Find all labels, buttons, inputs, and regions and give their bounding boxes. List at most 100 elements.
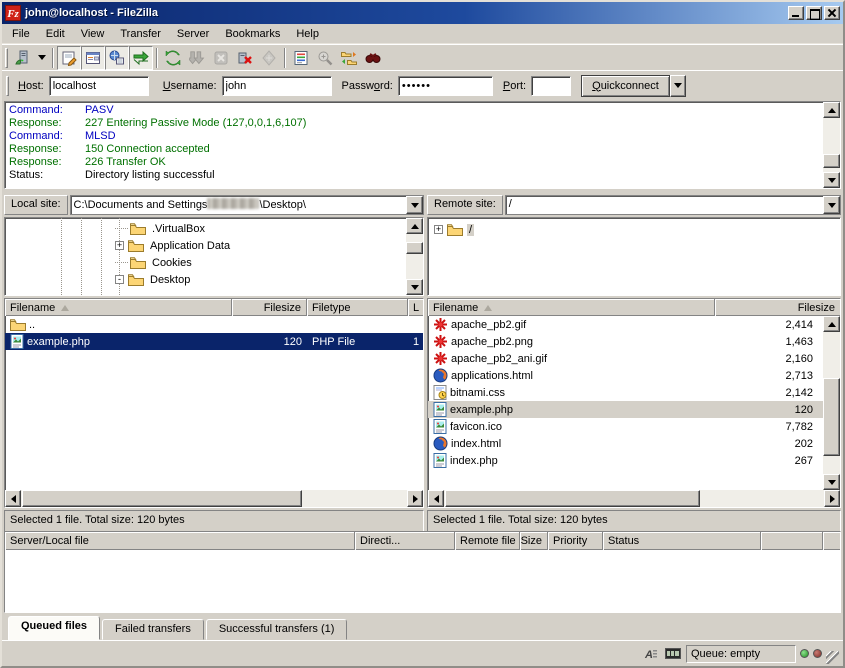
column-header-filename[interactable]: Filename xyxy=(428,299,715,316)
file-row[interactable]: applications.html2,713 xyxy=(428,367,823,384)
tree-item[interactable]: +Application Data xyxy=(115,237,232,254)
site-manager-dropdown-button[interactable] xyxy=(35,46,49,70)
maximize-button[interactable] xyxy=(806,6,822,20)
resize-grip[interactable] xyxy=(826,651,839,664)
tree-item[interactable]: -Desktop xyxy=(115,271,192,288)
toggle-remote-tree-button[interactable] xyxy=(105,46,129,70)
tab-failed-transfers[interactable]: Failed transfers xyxy=(102,619,204,640)
quickconnect-dropdown[interactable] xyxy=(670,75,686,97)
tree-item[interactable]: .VirtualBox xyxy=(115,220,207,237)
tree-expander-plus[interactable]: + xyxy=(434,225,443,234)
file-row[interactable]: apache_pb2.png1,463 xyxy=(428,333,823,350)
queue-column-priority[interactable]: Priority xyxy=(548,532,603,550)
scroll-right-button[interactable] xyxy=(824,490,840,507)
scroll-thumb[interactable] xyxy=(406,242,423,254)
column-header-filesize[interactable]: Filesize xyxy=(715,299,840,316)
queue-column-server-local-file[interactable]: Server/Local file xyxy=(5,532,355,550)
toggle-message-log-button[interactable] xyxy=(57,46,81,70)
file-row[interactable]: favicon.ico7,782 xyxy=(428,418,823,435)
tab-successful-transfers-[interactable]: Successful transfers (1) xyxy=(206,619,348,640)
scroll-thumb[interactable] xyxy=(823,154,840,168)
scroll-left-button[interactable] xyxy=(5,490,21,507)
menu-server[interactable]: Server xyxy=(169,26,217,42)
local-site-combo[interactable]: C:\Documents and Settings\Desktop\ xyxy=(70,195,424,215)
toggle-transfer-queue-button[interactable] xyxy=(129,46,153,70)
synchronized-browsing-button[interactable] xyxy=(337,46,361,70)
close-button[interactable] xyxy=(824,6,840,20)
queue-body[interactable] xyxy=(5,550,840,612)
file-row[interactable]: .. xyxy=(5,316,423,333)
search-files-button[interactable] xyxy=(361,46,385,70)
queue-column-status[interactable]: Status xyxy=(603,532,761,550)
reconnect-button[interactable] xyxy=(257,46,281,70)
scroll-thumb[interactable] xyxy=(445,490,700,507)
process-queue-button[interactable] xyxy=(185,46,209,70)
scroll-up-button[interactable] xyxy=(406,218,423,234)
queue-column-directi-[interactable]: Directi... xyxy=(355,532,455,550)
combo-dropdown-button[interactable] xyxy=(406,196,423,214)
queue-column-size[interactable]: Size xyxy=(520,532,548,550)
queue-column-remote-file[interactable]: Remote file xyxy=(455,532,520,550)
local-file-rows[interactable]: ..example.php120PHP File1 xyxy=(5,316,423,490)
message-log[interactable]: Command:PASVResponse:227 Entering Passiv… xyxy=(4,101,841,189)
menu-bookmarks[interactable]: Bookmarks xyxy=(217,26,288,42)
log-scrollbar[interactable] xyxy=(823,102,840,188)
tree-expander-plus[interactable]: + xyxy=(115,241,124,250)
menu-transfer[interactable]: Transfer xyxy=(112,26,169,42)
column-header-filesize[interactable]: Filesize xyxy=(232,299,307,316)
scroll-thumb[interactable] xyxy=(22,490,302,507)
directory-comparison-button[interactable] xyxy=(313,46,337,70)
disconnect-button[interactable] xyxy=(233,46,257,70)
tree-expander-minus[interactable]: - xyxy=(115,275,124,284)
minimize-button[interactable] xyxy=(788,6,804,20)
file-row[interactable]: bitnami.css2,142 xyxy=(428,384,823,401)
file-row[interactable]: example.php120 xyxy=(428,401,823,418)
combo-dropdown-button[interactable] xyxy=(823,196,840,214)
remote-hscrollbar[interactable] xyxy=(428,490,840,507)
local-directory-tree[interactable]: .VirtualBox+Application DataCookies-Desk… xyxy=(4,217,424,296)
menu-view[interactable]: View xyxy=(73,26,113,42)
file-row[interactable]: apache_pb2.gif2,414 xyxy=(428,316,823,333)
menu-edit[interactable]: Edit xyxy=(38,26,73,42)
menu-help[interactable]: Help xyxy=(288,26,327,42)
quickconnect-button[interactable]: Quickconnect xyxy=(581,75,670,97)
scroll-right-button[interactable] xyxy=(407,490,423,507)
scroll-up-button[interactable] xyxy=(823,316,840,332)
file-row[interactable]: index.html202 xyxy=(428,435,823,452)
local-hscrollbar[interactable] xyxy=(5,490,423,507)
toolbar-grip[interactable] xyxy=(5,48,8,68)
scroll-down-button[interactable] xyxy=(406,279,423,295)
scroll-up-button[interactable] xyxy=(823,102,840,118)
scroll-left-button[interactable] xyxy=(428,490,444,507)
column-header-filename[interactable]: Filename xyxy=(5,299,232,316)
quickbar-grip[interactable] xyxy=(6,76,9,96)
remote-site-combo[interactable]: / xyxy=(505,195,841,215)
column-header-l[interactable]: L xyxy=(408,299,423,316)
menu-file[interactable]: File xyxy=(4,26,38,42)
remote-file-rows[interactable]: apache_pb2.gif2,414apache_pb2.png1,463ap… xyxy=(428,316,823,490)
password-input[interactable] xyxy=(398,76,493,96)
host-input[interactable] xyxy=(49,76,149,96)
tree-item[interactable]: +/ xyxy=(434,221,474,238)
filter-button[interactable] xyxy=(289,46,313,70)
column-header-filetype[interactable]: Filetype xyxy=(307,299,408,316)
tree-item[interactable]: Cookies xyxy=(115,254,194,271)
local-tree-scrollbar[interactable] xyxy=(406,218,423,295)
file-row[interactable]: apache_pb2_ani.gif2,160 xyxy=(428,350,823,367)
file-row[interactable]: example.php120PHP File1 xyxy=(5,333,423,350)
tab-queued-files[interactable]: Queued files xyxy=(8,616,100,640)
site-manager-button[interactable] xyxy=(11,46,35,70)
scroll-thumb[interactable] xyxy=(823,378,840,456)
username-input[interactable] xyxy=(222,76,332,96)
scroll-down-button[interactable] xyxy=(823,474,840,490)
file-row[interactable]: index.php267 xyxy=(428,452,823,469)
refresh-button[interactable] xyxy=(161,46,185,70)
data-type-icon[interactable]: A xyxy=(642,646,660,662)
cancel-operation-button[interactable] xyxy=(209,46,233,70)
port-input[interactable] xyxy=(531,76,571,96)
remote-directory-tree[interactable]: +/ xyxy=(427,217,841,296)
toggle-local-tree-button[interactable] xyxy=(81,46,105,70)
speed-limit-icon[interactable] xyxy=(664,646,682,662)
remote-list-scrollbar[interactable] xyxy=(823,316,840,490)
scroll-down-button[interactable] xyxy=(823,172,840,188)
